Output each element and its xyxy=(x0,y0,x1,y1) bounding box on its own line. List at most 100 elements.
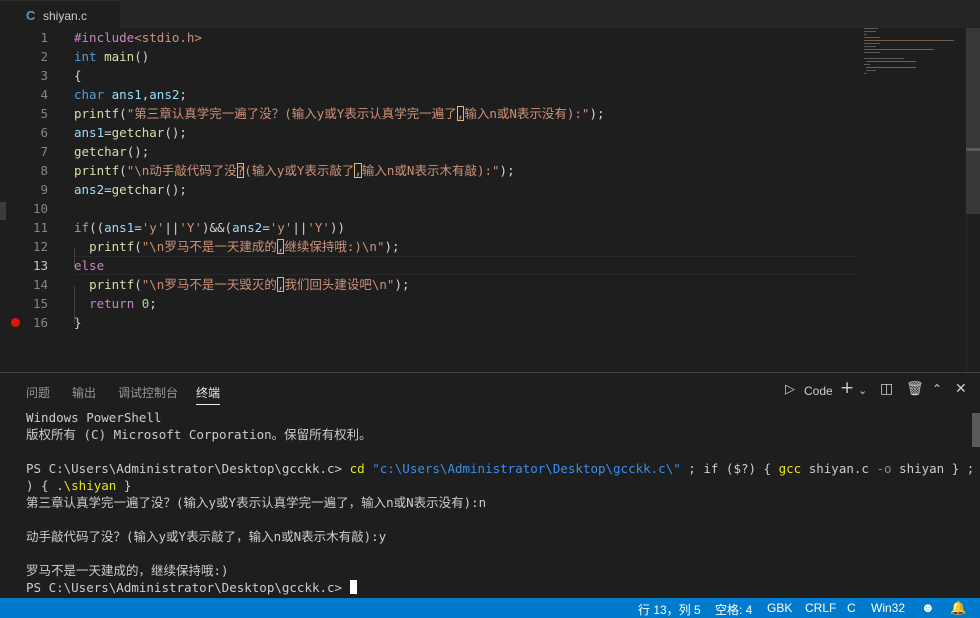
minimap[interactable] xyxy=(862,28,962,88)
code-line[interactable]: printf("\n罗马不是一天毁灭的,我们回头建设吧\n"); xyxy=(74,275,410,294)
code-line[interactable]: printf("第三章认真学完一遍了没？(输入y或Y表示认真学完一遍了,输入n或… xyxy=(74,104,605,123)
cursor-position[interactable]: 行 13，列 5 xyxy=(638,601,701,618)
breakpoint-icon[interactable] xyxy=(11,318,20,327)
code-token: ( xyxy=(119,163,127,178)
code-line[interactable]: #include<stdio.h> xyxy=(74,28,202,47)
code-token: ); xyxy=(394,277,410,292)
terminal-output[interactable]: Windows PowerShell 版权所有 (C) Microsoft Co… xyxy=(26,409,974,599)
tab-output[interactable]: 输出 xyxy=(72,384,96,401)
line-number-gutter[interactable]: 1 2 3 4 5 6 7 8 9 10 11 12 13 14 15 16 xyxy=(0,28,60,372)
terminal-command-wrap: ) { .\shiyan } xyxy=(26,477,131,494)
line-number[interactable]: 12 xyxy=(0,237,48,256)
terminal-line: 版权所有 (C) Microsoft Corporation。保留所有权利。 xyxy=(26,427,372,442)
language-mode[interactable]: C xyxy=(847,601,856,615)
code-line[interactable]: { xyxy=(74,66,82,85)
terminal-prompt-line[interactable]: PS C:\Users\Administrator\Desktop\gcckk.… xyxy=(26,579,357,596)
tab-terminal[interactable]: 终端 xyxy=(196,384,221,405)
code-token: printf xyxy=(74,106,120,121)
line-number[interactable]: 16 xyxy=(0,313,48,332)
code-line[interactable]: ans1=getchar(); xyxy=(74,123,187,142)
code-token: (); xyxy=(126,144,150,159)
terminal-cursor xyxy=(349,580,357,594)
line-number[interactable]: 6 xyxy=(0,123,48,142)
code-token: "\n动手敲代码了没 xyxy=(126,163,237,178)
code-line[interactable]: if((ans1='y'||'Y')&&(ans2='y'||'Y')) xyxy=(74,218,345,237)
chevron-up-icon[interactable]: ⌃ xyxy=(932,382,942,396)
plus-icon[interactable]: + xyxy=(840,378,854,398)
code-token: 我们回头建设吧\n" xyxy=(284,277,395,292)
split-icon[interactable]: ◫ xyxy=(880,381,893,397)
code-token: ; xyxy=(179,87,187,102)
code-token: 'y' xyxy=(141,220,165,235)
line-number[interactable]: 1 xyxy=(0,28,48,47)
code-line[interactable]: printf("\n动手敲代码了没?(输入y或Y表示敲了,输入n或N表示木有敲)… xyxy=(74,161,515,180)
code-token: { xyxy=(74,68,82,83)
tab-title: shiyan.c xyxy=(43,9,88,23)
close-icon[interactable]: ✕ xyxy=(955,381,967,397)
terminal-select[interactable]: Code xyxy=(804,384,833,398)
line-number[interactable]: 7 xyxy=(0,142,48,161)
code-token: <stdio.h> xyxy=(134,30,202,45)
code-token: printf xyxy=(74,163,120,178)
code-line[interactable]: char ans1,ans2; xyxy=(74,85,187,104)
indentation[interactable]: 空格: 4 xyxy=(715,601,752,618)
chevron-down-icon[interactable]: ⌄ xyxy=(858,384,867,397)
code-token: 输入n或N表示没有):" xyxy=(464,106,590,121)
line-number[interactable]: 14 xyxy=(0,275,48,294)
line-number[interactable]: 15 xyxy=(0,294,48,313)
trash-icon[interactable]: 🗑 xyxy=(906,381,924,397)
code-line[interactable]: int main() xyxy=(74,47,149,66)
line-number[interactable]: 10 xyxy=(0,199,48,218)
code-line[interactable]: } xyxy=(74,313,82,332)
tab-debug-console[interactable]: 调试控制台 xyxy=(118,384,178,401)
code-lines[interactable]: #include<stdio.h> int main(){char ans1,an… xyxy=(74,28,854,372)
code-token: )) xyxy=(329,220,346,235)
code-line[interactable]: return 0; xyxy=(74,294,157,313)
line-number[interactable]: 8 xyxy=(0,161,48,180)
code-token: = xyxy=(104,182,112,197)
code-line[interactable]: else xyxy=(74,256,104,275)
line-ending[interactable]: CRLF xyxy=(805,601,836,615)
code-editor[interactable]: 1 2 3 4 5 6 7 8 9 10 11 12 13 14 15 16 #include<stdio.h… xyxy=(0,28,980,372)
terminal-scroll-thumb[interactable] xyxy=(972,413,980,447)
code-line[interactable]: ans2=getchar(); xyxy=(74,180,187,199)
cmd-part: shiyan } ; if ($? xyxy=(899,461,975,476)
code-token: getchar xyxy=(111,182,165,197)
code-token: = xyxy=(134,220,142,235)
code-token: char xyxy=(74,87,105,102)
editor-scroll-thumb[interactable] xyxy=(966,28,980,214)
cmd-cd: cd xyxy=(349,461,365,476)
code-line[interactable]: getchar(); xyxy=(74,142,149,161)
code-token: 'Y' xyxy=(307,220,330,235)
terminal-icon[interactable]: ▷ xyxy=(785,382,795,397)
file-tab-shiyan[interactable]: C shiyan.c xyxy=(0,0,120,28)
feedback-icon[interactable]: ☻ xyxy=(921,600,935,615)
code-line[interactable]: printf("\n罗马不是一天建成的,继续保持哦:)\n"); xyxy=(74,237,400,256)
line-number[interactable]: 2 xyxy=(0,47,48,66)
code-token: #include xyxy=(74,30,135,45)
code-token: = xyxy=(104,125,112,140)
code-token: () xyxy=(134,49,150,64)
tab-problems[interactable]: 问题 xyxy=(26,384,50,401)
notifications-icon[interactable]: 🔔 xyxy=(950,600,966,616)
line-number[interactable]: 9 xyxy=(0,180,48,199)
line-number[interactable]: 11 xyxy=(0,218,48,237)
code-token: ); xyxy=(384,239,400,254)
line-number[interactable]: 3 xyxy=(0,66,48,85)
cmd-part: } xyxy=(116,478,132,493)
code-token: main xyxy=(104,49,135,64)
code-token: int xyxy=(74,49,97,64)
line-number[interactable]: 5 xyxy=(0,104,48,123)
prompt: PS C:\Users\Administrator\Desktop\gcckk.… xyxy=(26,461,350,476)
line-number[interactable]: 4 xyxy=(0,85,48,104)
code-token: ( xyxy=(134,239,142,254)
line-number[interactable]: 13 xyxy=(0,256,48,275)
encoding[interactable]: GBK xyxy=(767,601,792,615)
code-token: } xyxy=(74,315,82,330)
platform[interactable]: Win32 xyxy=(871,601,905,615)
code-token: ; xyxy=(149,296,157,311)
